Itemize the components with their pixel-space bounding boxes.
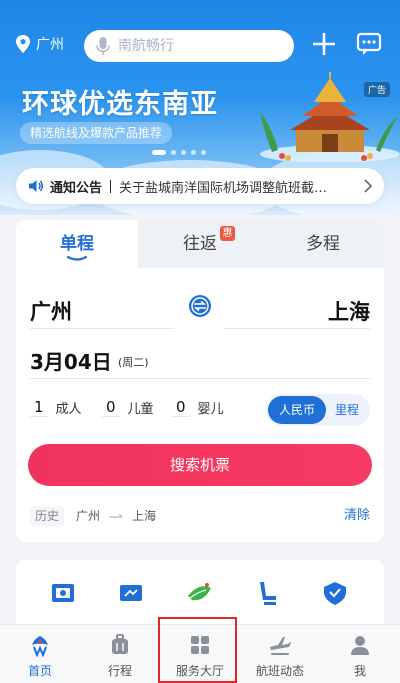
tab-label: 多程: [306, 234, 340, 254]
miles-option[interactable]: 里程: [328, 396, 366, 424]
notice-separator: [110, 179, 112, 193]
message-icon[interactable]: [356, 32, 382, 56]
banner-subtitle[interactable]: 精选航线及爆款产品推荐: [20, 122, 173, 144]
divider: [30, 328, 174, 329]
clear-history-button[interactable]: 清除: [344, 506, 370, 526]
notice-bar[interactable]: 通知公告 关于盐城南洋国际机场调整航班截载...: [16, 168, 384, 204]
nav-me[interactable]: 我: [320, 625, 400, 683]
microphone-icon[interactable]: [96, 36, 110, 56]
rmb-option[interactable]: 人民币: [268, 396, 326, 424]
child-count[interactable]: 0: [102, 398, 120, 417]
search-bar[interactable]: [84, 30, 294, 62]
location-pin-icon: [16, 35, 30, 53]
chevron-right-icon[interactable]: [364, 179, 372, 193]
arrival-city[interactable]: 上海: [328, 296, 370, 326]
child-label: 儿童: [127, 402, 154, 417]
swap-cities-icon[interactable]: [188, 294, 212, 318]
tab-label: 单程: [60, 234, 94, 254]
currency-toggle: 人民币 里程: [266, 394, 370, 426]
departure-city[interactable]: 广州: [30, 296, 72, 326]
adult-label: 成人: [55, 402, 82, 417]
trip-type-tabs: 单程 往返 惠 多程: [16, 220, 384, 268]
speaker-icon: [29, 180, 43, 192]
pagination-dot[interactable]: [171, 150, 176, 155]
nav-flight-status[interactable]: 航班动态: [240, 625, 320, 683]
checkin-icon[interactable]: [48, 578, 78, 608]
infant-count[interactable]: 0: [172, 398, 190, 417]
plus-icon[interactable]: [310, 30, 338, 58]
history-to: 上海: [132, 509, 157, 523]
search-input[interactable]: [118, 38, 268, 54]
tab-multi-city[interactable]: 多程: [262, 220, 384, 268]
nav-label: 我: [353, 664, 366, 678]
weekday-label: (周二): [118, 356, 149, 369]
shield-icon[interactable]: [320, 578, 350, 608]
pagination-dot[interactable]: [191, 150, 196, 155]
top-bar: 广州: [0, 26, 400, 66]
service-hall-highlight-box: [158, 617, 237, 683]
adult-count[interactable]: 1: [30, 398, 48, 417]
history-route[interactable]: 广州 上海: [76, 506, 156, 526]
nav-label: 航班动态: [255, 664, 304, 678]
adult-count-selector[interactable]: 1 成人: [30, 398, 82, 417]
tab-round-trip[interactable]: 往返 惠: [138, 220, 262, 268]
notice-label: 通知公告: [50, 180, 103, 196]
location-selector[interactable]: 广州: [14, 34, 64, 54]
banner-pagination: [152, 150, 211, 155]
child-count-selector[interactable]: 0 儿童: [102, 398, 154, 417]
search-flights-button[interactable]: 搜索机票: [28, 444, 372, 486]
divider: [30, 378, 370, 379]
route-arrow-icon: [109, 513, 124, 518]
nav-label: 首页: [27, 664, 52, 678]
notice-text[interactable]: 关于盐城南洋国际机场调整航班截载...: [119, 177, 329, 196]
pagination-dot[interactable]: [201, 150, 206, 155]
home-logo-icon: [32, 636, 48, 657]
nav-home[interactable]: 首页: [0, 625, 80, 683]
departure-date[interactable]: 3月04日: [30, 346, 112, 375]
plane-icon: [270, 637, 291, 655]
seat-icon[interactable]: [252, 578, 282, 608]
person-icon: [351, 636, 369, 655]
leaf-icon[interactable]: [184, 578, 214, 608]
banner-title[interactable]: 环球优选东南亚: [22, 82, 218, 121]
nav-label: 行程: [107, 664, 132, 678]
tab-one-way[interactable]: 单程: [16, 220, 138, 268]
temple-illustration[interactable]: [252, 72, 400, 162]
luggage-icon: [112, 634, 128, 654]
history-from: 广州: [76, 509, 101, 523]
pagination-dot[interactable]: [181, 150, 186, 155]
history-tag: 历史: [30, 506, 65, 526]
location-label: 广州: [36, 37, 64, 53]
infant-count-selector[interactable]: 0 婴儿: [172, 398, 224, 417]
pagination-dot[interactable]: [152, 150, 166, 155]
flight-booking-card: 单程 往返 惠 多程 广州 上海 3月04日 (周二) 1 成人 0 儿童 0 …: [16, 220, 384, 542]
tab-label: 往返: [183, 234, 217, 254]
active-tab-indicator: [67, 256, 87, 261]
infant-label: 婴儿: [197, 402, 224, 417]
discount-badge: 惠: [220, 226, 235, 241]
card-icon[interactable]: [116, 578, 146, 608]
nav-itinerary[interactable]: 行程: [80, 625, 160, 683]
divider: [224, 328, 370, 329]
